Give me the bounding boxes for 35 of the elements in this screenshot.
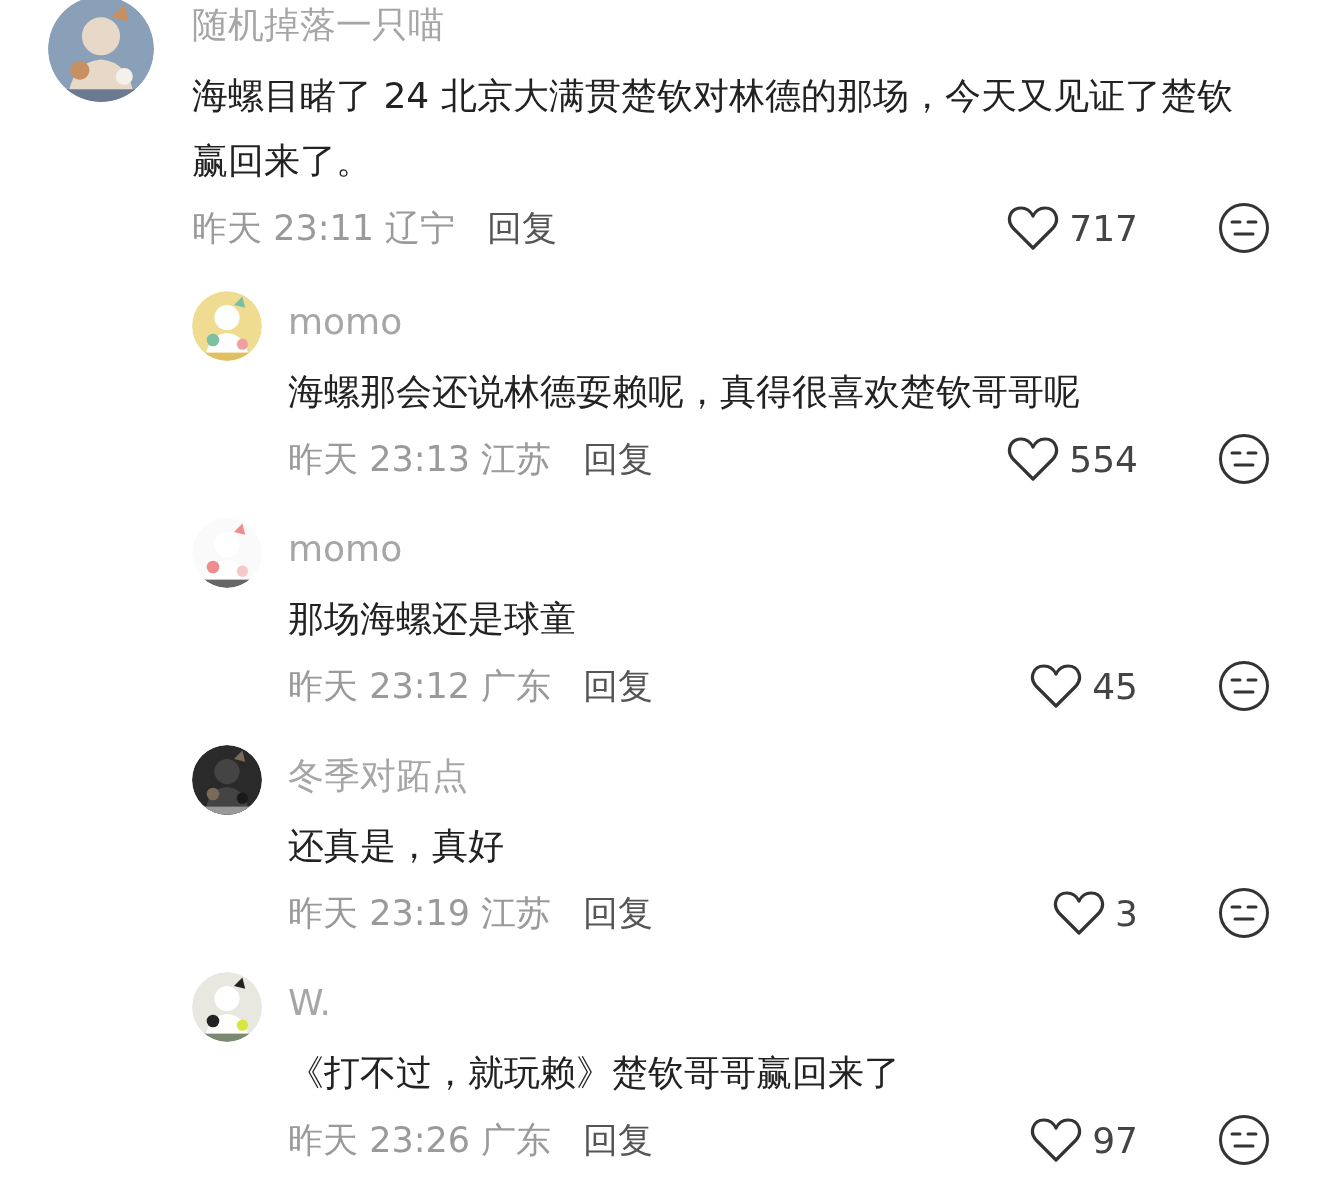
heart-icon — [1007, 205, 1060, 251]
comment-meta: 昨天 23:13 江苏 — [288, 437, 552, 481]
username: momo — [288, 527, 404, 571]
neutral-face-icon[interactable] — [1218, 1114, 1270, 1166]
comment-meta: 昨天 23:26 广东 — [288, 1118, 552, 1162]
reply-button[interactable]: 回复 — [583, 435, 654, 483]
heart-icon — [1053, 890, 1106, 936]
comment-text: 还真是，真好 — [288, 824, 505, 868]
reply-button[interactable]: 回复 — [487, 204, 558, 252]
comment-meta: 昨天 23:11 辽宁 — [192, 206, 456, 250]
neutral-face-icon[interactable] — [1218, 202, 1270, 254]
reply-button[interactable]: 回复 — [583, 662, 654, 710]
neutral-face-icon[interactable] — [1218, 660, 1270, 712]
reply-button[interactable]: 回复 — [583, 889, 654, 937]
comment-meta: 昨天 23:12 广东 — [288, 664, 552, 708]
reply-button[interactable]: 回复 — [583, 1116, 654, 1164]
like-button[interactable]: 45 — [1030, 663, 1138, 709]
like-button[interactable]: 97 — [1030, 1117, 1138, 1163]
like-button[interactable]: 554 — [1007, 436, 1138, 482]
neutral-face-icon[interactable] — [1218, 433, 1270, 485]
heart-icon — [1030, 663, 1083, 709]
username: W. — [288, 981, 332, 1025]
heart-icon — [1007, 436, 1060, 482]
comment-text: 那场海螺还是球童 — [288, 597, 577, 641]
neutral-face-icon[interactable] — [1218, 887, 1270, 939]
username: 随机掉落一只喵 — [192, 3, 445, 47]
username: 冬季对跖点 — [288, 754, 469, 798]
username: momo — [288, 300, 404, 344]
comment-text: 海螺目睹了 24 北京大满贯楚钦对林德的那场，今天又见证了楚钦赢回来了。 — [192, 74, 1234, 183]
comment-meta: 昨天 23:19 江苏 — [288, 891, 552, 935]
heart-icon — [1030, 1117, 1083, 1163]
like-button[interactable]: 717 — [1007, 205, 1138, 251]
like-button[interactable]: 3 — [1053, 890, 1138, 936]
comment-text: 海螺那会还说林德耍赖呢，真得很喜欢楚钦哥哥呢 — [288, 370, 1081, 414]
comment-text: 《打不过，就玩赖》楚钦哥哥赢回来了 — [288, 1051, 901, 1095]
